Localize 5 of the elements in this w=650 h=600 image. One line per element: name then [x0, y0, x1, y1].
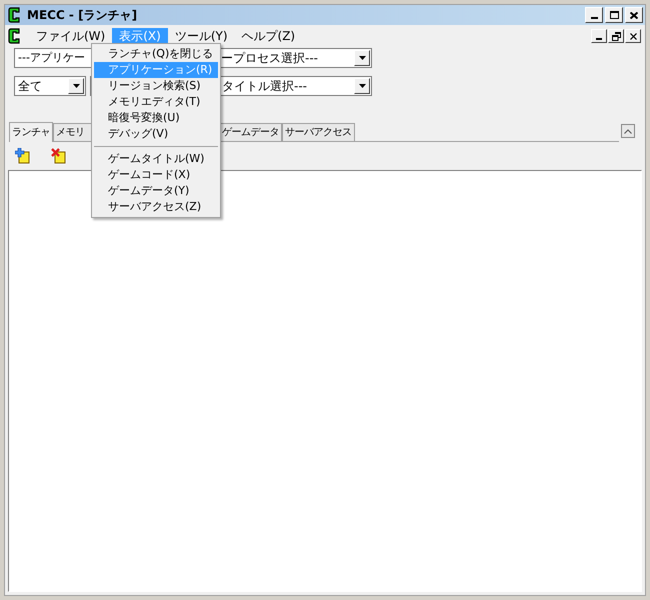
- dropdown-text: タイトル選択---: [222, 78, 307, 95]
- dropdown-text: 全て: [18, 78, 42, 95]
- dropdown-text: ---アプリケー: [18, 50, 85, 66]
- dropdown-text: ープロセス選択---: [221, 50, 318, 67]
- window-title: MECC - [ランチャ]: [27, 7, 138, 24]
